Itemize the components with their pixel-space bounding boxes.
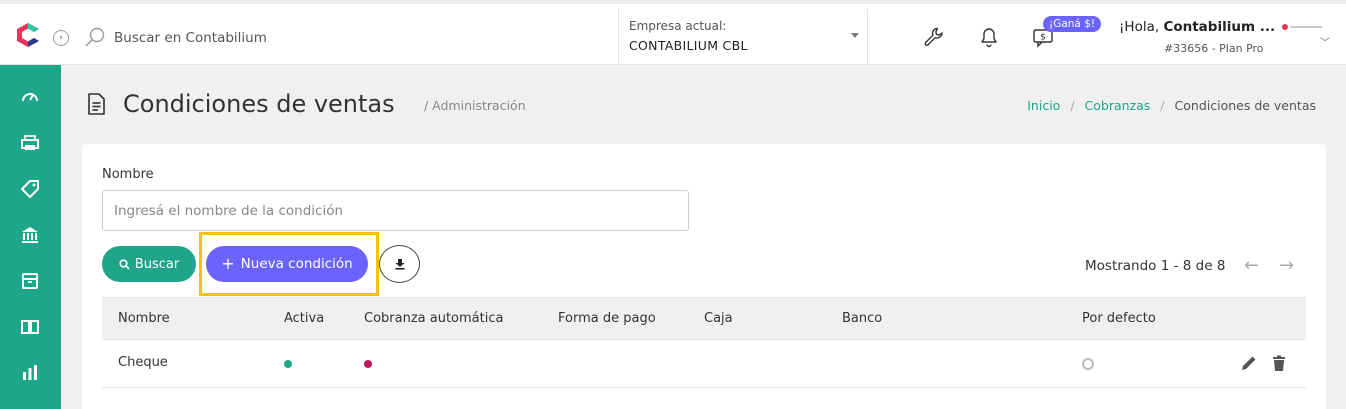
download-button[interactable] [379,245,420,283]
avatar[interactable] [1281,22,1325,32]
new-condition-label: Nueva condición [240,256,353,272]
column-header[interactable]: Nombre [118,311,170,326]
pencil-icon[interactable] [1240,354,1258,372]
search-icon [85,27,105,47]
search-icon [119,258,130,270]
name-field-label: Nombre [102,167,154,182]
column-header[interactable]: Por defecto [1082,311,1156,326]
company-selector[interactable]: Empresa actual: CONTABILIUM CBL [618,9,868,65]
cell-nombre: Cheque [118,355,168,370]
svg-text:$: $ [1040,33,1046,43]
arrow-left-icon[interactable]: ← [1244,257,1259,275]
auto-collection-status-dot [364,360,372,368]
tag-icon[interactable] [18,177,42,201]
active-status-dot [284,360,292,368]
company-label: Empresa actual: [629,19,727,33]
column-header[interactable]: Banco [842,311,882,326]
new-condition-button[interactable]: + Nueva condición [206,246,368,282]
global-search-input[interactable]: Buscar en Contabilium [114,30,267,46]
bank-icon[interactable] [18,223,42,247]
chart-icon[interactable] [18,361,42,385]
greeting-prefix: ¡Hola, [1119,19,1160,35]
search-button[interactable]: Buscar [102,246,196,282]
breadcrumb-section[interactable]: Cobranzas [1085,98,1151,113]
page-title: Condiciones de ventas [123,90,395,118]
breadcrumb-current: Condiciones de ventas [1174,98,1316,113]
pagination-summary: Mostrando 1 - 8 de 8 [1085,258,1226,274]
breadcrumb: Inicio / Cobranzas / Condiciones de ventas [1027,98,1316,113]
sidebar [0,65,61,409]
account-plan: #33656 - Plan Pro [1164,42,1264,55]
bell-icon[interactable] [978,26,1000,48]
caret-down-icon [851,33,859,38]
column-header[interactable]: Cobranza automática [364,311,503,326]
collapse-sidebar-icon[interactable]: › [53,30,69,46]
document-icon [88,93,105,115]
column-header[interactable]: Activa [284,311,324,326]
page-subtitle: / Administración [424,98,526,113]
chevron-down-icon[interactable]: ﹀ [1320,34,1330,49]
table-row[interactable]: Cheque [102,340,1306,388]
table-header: Nombre Activa Cobranza automática Forma … [102,297,1306,340]
trash-icon[interactable] [1270,354,1288,372]
box-icon[interactable] [18,269,42,293]
name-filter-input[interactable] [102,190,689,231]
download-icon [395,259,404,270]
user-name: Contabilium ... [1163,19,1276,35]
filters-card: Nombre Buscar + Nueva condición Mostrand… [82,144,1326,409]
top-header: › Buscar en Contabilium Empresa actual: … [0,0,1346,65]
search-button-label: Buscar [134,256,180,272]
breadcrumb-separator: / [1070,98,1075,113]
arrow-right-icon[interactable]: → [1279,257,1294,275]
contabilium-logo[interactable] [14,21,42,49]
user-greeting[interactable]: ¡Hola, Contabilium ... [1119,19,1275,35]
wrench-icon[interactable] [923,26,945,48]
column-header[interactable]: Caja [704,311,733,326]
dashboard-icon[interactable] [18,85,42,109]
column-header[interactable]: Forma de pago [558,311,656,326]
plus-icon: + [221,254,235,273]
company-value: CONTABILIUM CBL [629,38,748,53]
printer-icon[interactable] [18,131,42,155]
book-icon[interactable] [18,315,42,339]
breadcrumb-home[interactable]: Inicio [1027,98,1060,113]
promo-badge[interactable]: ¡Ganá $! [1043,16,1102,32]
default-radio[interactable] [1082,358,1094,370]
breadcrumb-separator: / [1160,98,1165,113]
